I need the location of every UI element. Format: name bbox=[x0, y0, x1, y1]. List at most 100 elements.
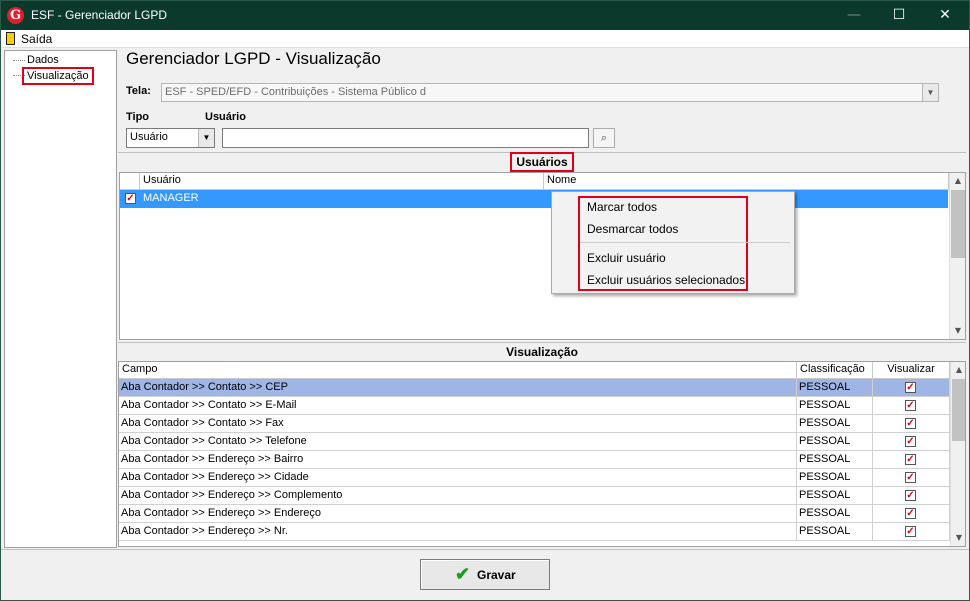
save-button[interactable]: ✔ Gravar bbox=[420, 559, 550, 590]
visualize-checkbox[interactable]: ✓ bbox=[905, 418, 916, 429]
type-select-value: Usuário bbox=[130, 131, 168, 143]
window-title: ESF - Gerenciador LGPD bbox=[31, 8, 168, 22]
users-col-user[interactable]: Usuário bbox=[140, 173, 544, 190]
menu-item-delete-selected-users[interactable]: Excluir usuários selecionados bbox=[587, 273, 745, 287]
visualize-cell: ✓ bbox=[873, 379, 950, 397]
classification-cell: PESSOAL bbox=[797, 469, 873, 487]
field-cell: Aba Contador >> Endereço >> Nr. bbox=[119, 523, 797, 541]
chevron-down-icon: ▼ bbox=[198, 129, 214, 147]
scroll-thumb[interactable] bbox=[951, 190, 965, 258]
visualize-cell: ✓ bbox=[873, 469, 950, 487]
user-cell: MANAGER bbox=[143, 192, 199, 204]
table-row[interactable]: ✓ MANAGER bbox=[120, 190, 948, 208]
scroll-up-icon[interactable]: ▲ bbox=[951, 362, 965, 378]
minimize-button[interactable]: — bbox=[831, 1, 877, 30]
row-checkbox[interactable]: ✓ bbox=[125, 193, 136, 204]
users-grid: Usuário Nome ✓ MANAGER ▲ ▼ bbox=[119, 172, 966, 340]
classification-cell: PESSOAL bbox=[797, 397, 873, 415]
users-col-name[interactable]: Nome bbox=[544, 173, 949, 190]
exit-door-icon bbox=[6, 32, 15, 45]
scroll-down-icon[interactable]: ▼ bbox=[951, 530, 965, 546]
check-icon: ✔ bbox=[455, 564, 471, 584]
visualize-checkbox[interactable]: ✓ bbox=[905, 382, 916, 393]
visualize-checkbox[interactable]: ✓ bbox=[905, 454, 916, 465]
visualize-checkbox[interactable]: ✓ bbox=[905, 508, 916, 519]
menu-separator bbox=[580, 242, 790, 243]
table-row[interactable]: Aba Contador >> Contato >> Fax PESSOAL ✓ bbox=[119, 415, 950, 433]
table-row[interactable]: Aba Contador >> Endereço >> Complemento P… bbox=[119, 487, 950, 505]
classification-cell: PESSOAL bbox=[797, 451, 873, 469]
visualize-checkbox[interactable]: ✓ bbox=[905, 526, 916, 537]
table-row[interactable]: Aba Contador >> Contato >> E-Mail PESSOAL… bbox=[119, 397, 950, 415]
visualize-checkbox[interactable]: ✓ bbox=[905, 490, 916, 501]
menu-item-delete-user[interactable]: Excluir usuário bbox=[587, 251, 666, 265]
screen-select-value: ESF - SPED/EFD - Contribuições - Sistema… bbox=[165, 86, 427, 98]
view-col-field[interactable]: Campo bbox=[119, 362, 797, 379]
classification-cell: PESSOAL bbox=[797, 379, 873, 397]
classification-cell: PESSOAL bbox=[797, 487, 873, 505]
table-row[interactable]: Aba Contador >> Endereço >> Endereço PESS… bbox=[119, 505, 950, 523]
visualize-cell: ✓ bbox=[873, 487, 950, 505]
visualize-checkbox[interactable]: ✓ bbox=[905, 400, 916, 411]
table-row[interactable]: Aba Contador >> Contato >> CEP PESSOAL ✓ bbox=[119, 379, 950, 397]
maximize-button[interactable]: ☐ bbox=[876, 1, 922, 30]
title-bar: G ESF - Gerenciador LGPD — ☐ ✕ bbox=[1, 1, 969, 30]
classification-cell: PESSOAL bbox=[797, 415, 873, 433]
classification-cell: PESSOAL bbox=[797, 523, 873, 541]
view-scrollbar[interactable]: ▲ ▼ bbox=[950, 362, 965, 546]
view-col-visualize[interactable]: Visualizar bbox=[873, 362, 950, 379]
type-label: Tipo bbox=[126, 111, 150, 123]
tree-connector bbox=[13, 60, 25, 61]
menu-item-select-all[interactable]: Marcar todos bbox=[587, 200, 657, 214]
visualize-cell: ✓ bbox=[873, 433, 950, 451]
user-input[interactable] bbox=[222, 128, 589, 148]
screen-label: Tela: bbox=[126, 85, 151, 97]
scroll-thumb[interactable] bbox=[952, 379, 965, 441]
field-cell: Aba Contador >> Contato >> E-Mail bbox=[119, 397, 797, 415]
chevron-down-icon: ▼ bbox=[922, 84, 938, 101]
view-col-class[interactable]: Classificação bbox=[797, 362, 873, 379]
app-window: G ESF - Gerenciador LGPD — ☐ ✕ Saída Dad… bbox=[0, 0, 970, 601]
users-scrollbar[interactable]: ▲ ▼ bbox=[949, 173, 965, 339]
tree-item-visualizacao-label: Visualização bbox=[27, 70, 89, 82]
scroll-up-icon[interactable]: ▲ bbox=[950, 173, 965, 189]
navigation-tree: Dados Visualização bbox=[4, 50, 117, 548]
scroll-down-icon[interactable]: ▼ bbox=[950, 323, 965, 339]
context-menu: Marcar todos Desmarcar todos Excluir usu… bbox=[551, 191, 795, 294]
visualize-cell: ✓ bbox=[873, 415, 950, 433]
field-cell: Aba Contador >> Endereço >> Cidade bbox=[119, 469, 797, 487]
view-grid: Campo Classificação Visualizar Aba Conta… bbox=[118, 361, 966, 547]
page-title: Gerenciador LGPD - Visualização bbox=[126, 49, 381, 68]
visualize-cell: ✓ bbox=[873, 397, 950, 415]
visualize-checkbox[interactable]: ✓ bbox=[905, 436, 916, 447]
field-cell: Aba Contador >> Contato >> CEP bbox=[119, 379, 797, 397]
search-binoculars-icon[interactable]: ⌕ bbox=[593, 128, 615, 148]
visualize-cell: ✓ bbox=[873, 505, 950, 523]
tree-item-visualizacao[interactable]: Visualização bbox=[22, 67, 94, 85]
tree-item-dados[interactable]: Dados bbox=[27, 54, 59, 66]
field-cell: Aba Contador >> Endereço >> Complemento bbox=[119, 487, 797, 505]
view-panel-header: Visualização bbox=[118, 342, 966, 361]
table-row[interactable]: Aba Contador >> Contato >> Telefone PESSO… bbox=[119, 433, 950, 451]
close-button[interactable]: ✕ bbox=[922, 1, 968, 30]
visualize-cell: ✓ bbox=[873, 451, 950, 469]
users-col-check bbox=[120, 173, 140, 190]
save-button-label: Gravar bbox=[477, 568, 516, 582]
menu-item-deselect-all[interactable]: Desmarcar todos bbox=[587, 222, 678, 236]
table-row[interactable]: Aba Contador >> Endereço >> Cidade PESSOA… bbox=[119, 469, 950, 487]
type-select[interactable]: Usuário ▼ bbox=[126, 128, 215, 148]
app-logo-icon: G bbox=[7, 7, 24, 24]
users-panel-title: Usuários bbox=[510, 152, 574, 172]
view-panel-title: Visualização bbox=[506, 345, 578, 359]
screen-select[interactable]: ESF - SPED/EFD - Contribuições - Sistema… bbox=[161, 83, 939, 102]
classification-cell: PESSOAL bbox=[797, 433, 873, 451]
user-label: Usuário bbox=[205, 111, 246, 123]
table-row[interactable]: Aba Contador >> Endereço >> Nr. PESSOAL ✓ bbox=[119, 523, 950, 541]
field-cell: Aba Contador >> Contato >> Fax bbox=[119, 415, 797, 433]
table-row[interactable]: Aba Contador >> Endereço >> Bairro PESSOA… bbox=[119, 451, 950, 469]
visualize-checkbox[interactable]: ✓ bbox=[905, 472, 916, 483]
menu-bar: Saída bbox=[1, 30, 969, 48]
field-cell: Aba Contador >> Endereço >> Bairro bbox=[119, 451, 797, 469]
field-cell: Aba Contador >> Contato >> Telefone bbox=[119, 433, 797, 451]
menu-exit-label: Saída bbox=[21, 32, 53, 46]
